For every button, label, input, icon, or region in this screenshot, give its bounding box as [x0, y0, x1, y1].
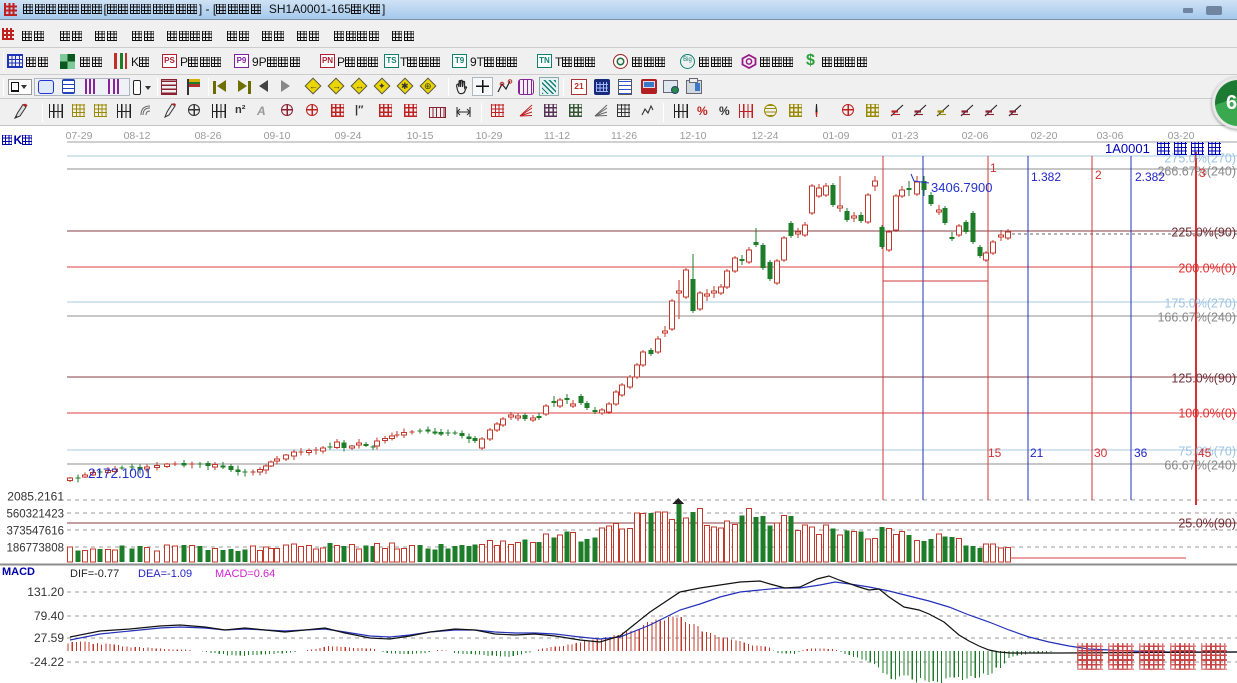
svg-text:12-24: 12-24 [752, 130, 779, 142]
svg-text:79.40: 79.40 [34, 609, 64, 623]
svg-text:08-26: 08-26 [195, 130, 222, 142]
svg-text:266.67%(240): 266.67%(240) [1157, 165, 1236, 179]
svg-text:21: 21 [1030, 446, 1044, 460]
svg-text:11-26: 11-26 [611, 130, 637, 142]
svg-text:11-12: 11-12 [544, 130, 570, 142]
svg-text:560321423: 560321423 [6, 509, 64, 521]
svg-text:175.0%(270): 175.0%(270) [1164, 297, 1236, 311]
svg-text:1: 1 [990, 161, 997, 175]
svg-text:DEA=-1.09: DEA=-1.09 [138, 568, 192, 580]
svg-text:10-15: 10-15 [407, 130, 434, 142]
svg-text:08-12: 08-12 [124, 130, 151, 142]
svg-text:131.20: 131.20 [27, 585, 64, 599]
svg-text:125.0%(90): 125.0%(90) [1171, 372, 1236, 386]
svg-text:200.0%(0): 200.0%(0) [1178, 262, 1236, 276]
svg-text:2.382: 2.382 [1135, 170, 1165, 184]
svg-text:100.0%(0): 100.0%(0) [1178, 407, 1236, 421]
svg-text:09-24: 09-24 [335, 130, 362, 142]
svg-text:1.382: 1.382 [1031, 170, 1061, 184]
svg-text:2: 2 [1095, 168, 1102, 182]
svg-text:09-10: 09-10 [264, 130, 291, 142]
svg-text:02-20: 02-20 [1031, 130, 1058, 142]
svg-text:DIF=-0.77: DIF=-0.77 [70, 568, 119, 580]
svg-text:45: 45 [1198, 446, 1212, 460]
svg-text:15: 15 [988, 446, 1002, 460]
svg-text:10-29: 10-29 [476, 130, 503, 142]
svg-text:225.0%(90): 225.0%(90) [1171, 226, 1236, 240]
svg-text:01-09: 01-09 [823, 130, 850, 142]
svg-text:36: 36 [1134, 446, 1148, 460]
svg-text:02-06: 02-06 [962, 130, 989, 142]
svg-text:166.67%(240): 166.67%(240) [1157, 311, 1236, 325]
svg-text:66.67%(240): 66.67%(240) [1164, 459, 1236, 473]
svg-text:-24.22: -24.22 [30, 655, 64, 669]
svg-text:373547616: 373547616 [6, 526, 64, 538]
svg-text:186773808: 186773808 [6, 543, 64, 555]
svg-text:07-29: 07-29 [66, 130, 93, 142]
svg-text:25.0%(90): 25.0%(90) [1178, 517, 1236, 531]
svg-text:2085.2161: 2085.2161 [7, 490, 64, 504]
svg-text:3406.7900: 3406.7900 [931, 180, 992, 195]
svg-text:01-23: 01-23 [892, 130, 919, 142]
svg-text:30: 30 [1094, 446, 1108, 460]
svg-text:MACD=0.64: MACD=0.64 [215, 568, 275, 580]
svg-text:3: 3 [1199, 166, 1206, 180]
svg-text:27.59: 27.59 [34, 631, 64, 645]
svg-text:12-10: 12-10 [680, 130, 707, 142]
svg-text:2172.1001: 2172.1001 [88, 466, 152, 481]
